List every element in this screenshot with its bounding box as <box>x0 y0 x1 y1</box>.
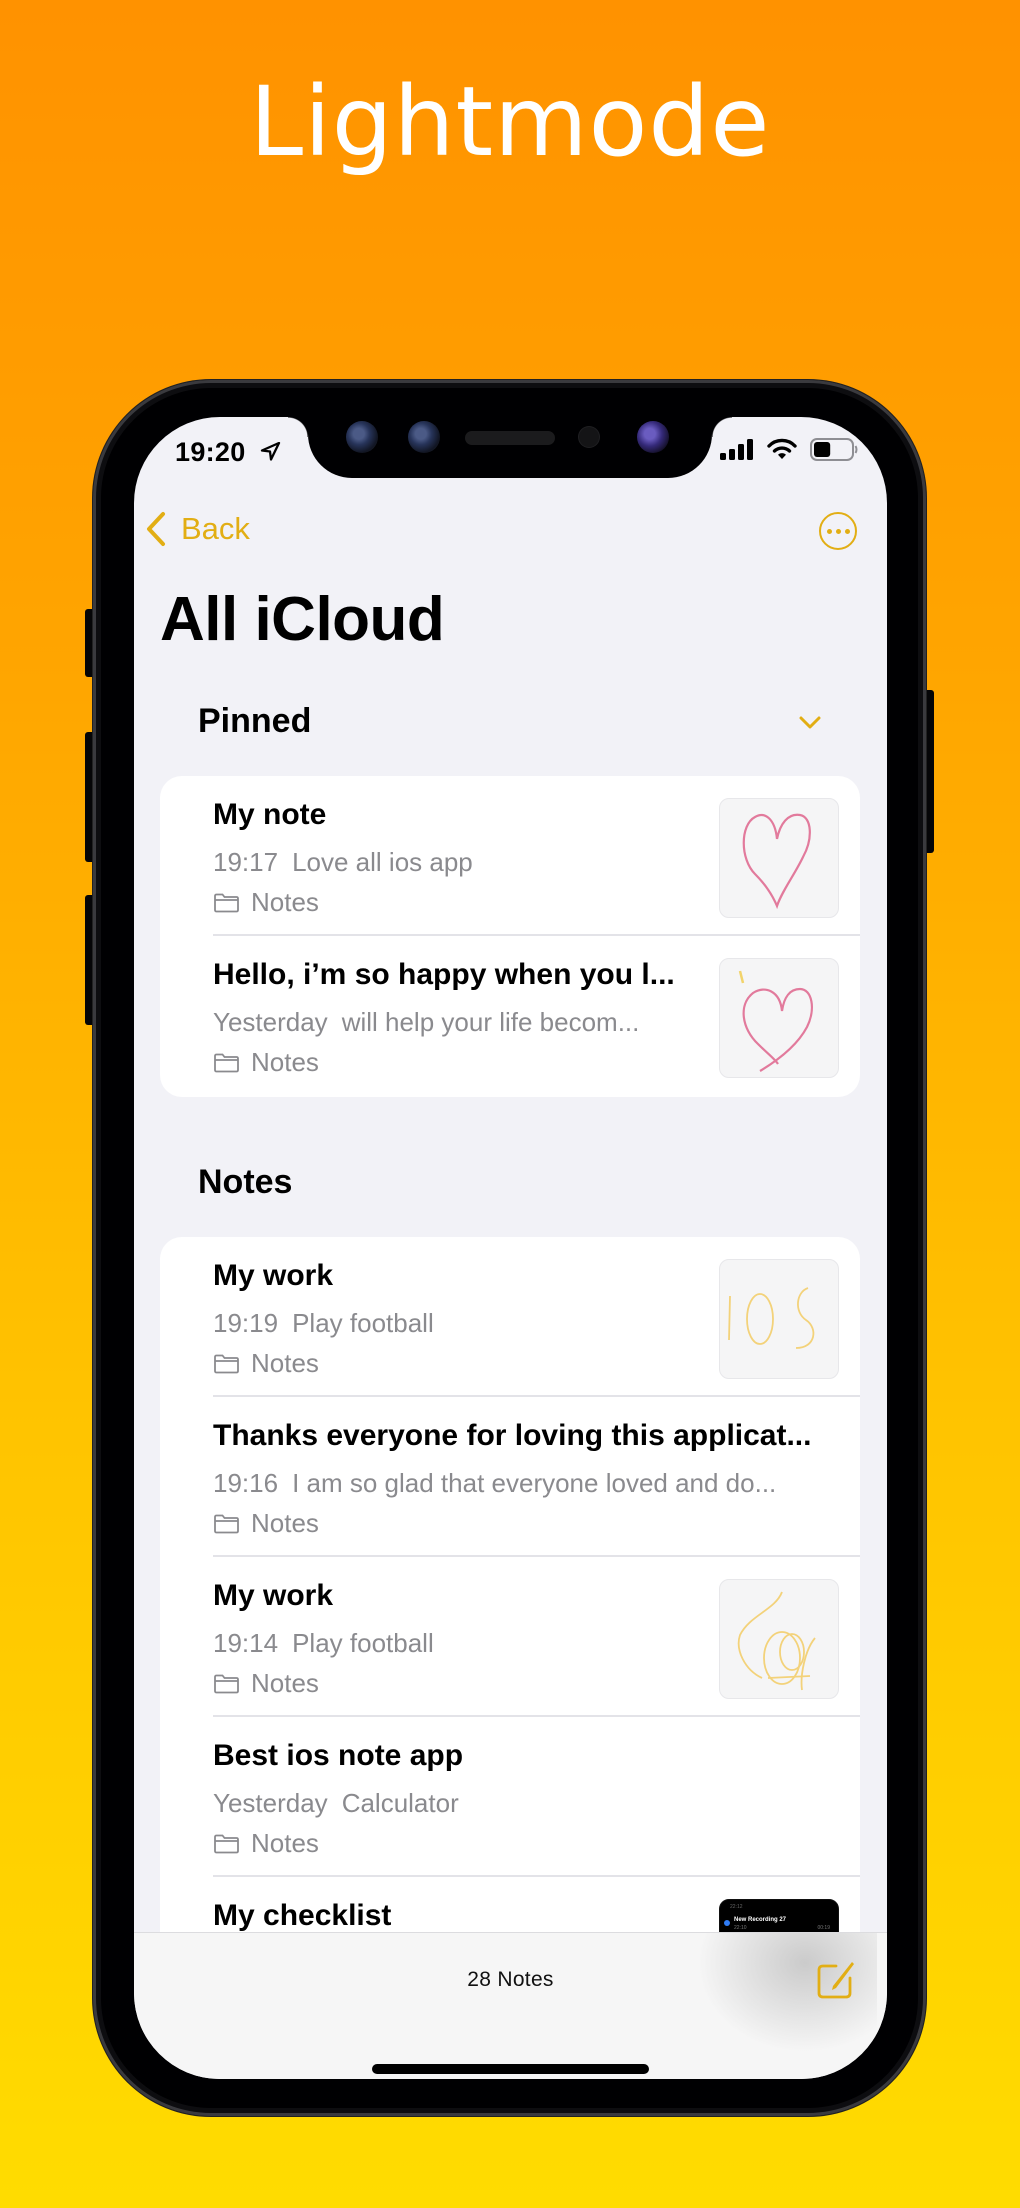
notes-list: My work 19:19 Play football Notes Thanks … <box>160 1237 860 1957</box>
folder-name: Notes <box>251 1828 319 1858</box>
note-title: Thanks everyone for loving this applicat… <box>213 1419 812 1452</box>
note-folder: Notes <box>213 887 319 918</box>
note-preview: I am so glad that everyone loved and do.… <box>292 1468 777 1498</box>
phone-screen: 19:20 Back All iCloud Pinned My note 19:… <box>134 417 887 2079</box>
note-subtitle: 19:17 Love all ios app <box>213 847 473 878</box>
wifi-icon <box>767 438 797 459</box>
heart-sketch <box>738 970 814 1072</box>
location-arrow-icon <box>260 442 281 461</box>
ellipsis-dot <box>835 528 841 534</box>
folder-name: Notes <box>251 1508 319 1538</box>
back-label: Back <box>181 511 250 546</box>
folder-icon <box>214 1053 239 1072</box>
chevron-left-icon <box>147 512 165 546</box>
back-button[interactable]: Back <box>145 509 250 549</box>
page-title: All iCloud <box>160 585 445 654</box>
note-folder: Notes <box>213 1508 319 1539</box>
note-title: My work <box>213 1579 334 1612</box>
banner-headline: Lightmode <box>249 66 771 178</box>
pinned-section-header: Pinned <box>198 702 312 740</box>
note-thumbnail <box>719 958 839 1078</box>
home-indicator[interactable] <box>372 2064 649 2074</box>
note-preview: Love all ios app <box>292 847 473 877</box>
camera-lens <box>408 421 440 453</box>
folder-icon <box>214 893 239 912</box>
notes-section-header: Notes <box>198 1163 293 1201</box>
folder-name: Notes <box>251 1668 319 1698</box>
note-subtitle: 19:19 Play football <box>213 1308 434 1339</box>
note-row[interactable]: My note 19:17 Love all ios app Notes <box>160 776 860 936</box>
note-date: 19:14 <box>213 1628 279 1658</box>
heart-sketch <box>742 813 811 910</box>
folder-icon <box>214 1514 239 1533</box>
note-preview: Calculator <box>341 1788 459 1818</box>
more-options-button[interactable] <box>819 512 857 550</box>
note-preview: will help your life becom... <box>341 1007 640 1037</box>
note-subtitle: 19:16 I am so glad that everyone loved an… <box>213 1468 776 1499</box>
note-row[interactable]: My work 19:14 Play football Notes <box>160 1557 860 1717</box>
note-folder: Notes <box>213 1828 319 1859</box>
note-title: My note <box>213 798 327 831</box>
camera-lens <box>346 421 378 453</box>
note-subtitle: 19:14 Play football <box>213 1628 434 1659</box>
scribble-sketch <box>737 1591 816 1691</box>
recording-name: New Recording 27 <box>734 1917 787 1923</box>
note-title: My work <box>213 1259 334 1292</box>
note-title: My checklist <box>213 1899 392 1932</box>
note-subtitle: Yesterday will help your life becom... <box>213 1007 639 1038</box>
note-date: Yesterday <box>213 1007 328 1037</box>
status-icons <box>720 437 858 461</box>
note-folder: Notes <box>213 1348 319 1379</box>
note-folder: Notes <box>213 1047 319 1078</box>
note-date: 19:16 <box>213 1468 279 1498</box>
note-count: 28 Notes <box>467 1968 554 1991</box>
note-thumbnail <box>719 1259 839 1379</box>
earpiece-speaker <box>465 431 555 445</box>
note-title: Best ios note app <box>213 1739 464 1772</box>
note-date: Yesterday <box>213 1788 328 1818</box>
note-preview: Play football <box>292 1628 434 1658</box>
note-preview: Play football <box>292 1308 434 1338</box>
note-row[interactable]: Hello, i’m so happy when you l... Yester… <box>160 936 860 1096</box>
folder-name: Notes <box>251 1348 319 1378</box>
thumb-top-time: 22:12 <box>730 1904 743 1910</box>
compose-icon[interactable] <box>816 1960 856 2000</box>
recording-time: 22:10 <box>734 1925 747 1931</box>
status-time: 19:20 <box>175 437 246 467</box>
note-date: 19:19 <box>213 1308 279 1338</box>
note-title: Hello, i’m so happy when you l... <box>213 958 675 991</box>
folder-name: Notes <box>251 887 319 917</box>
note-row[interactable]: Thanks everyone for loving this applicat… <box>160 1397 860 1557</box>
note-folder: Notes <box>213 1668 319 1699</box>
recording-duration: 00:19 <box>817 1925 830 1931</box>
chevron-down-icon[interactable] <box>799 716 821 730</box>
note-row[interactable]: Best ios note app Yesterday Calculator No… <box>160 1717 860 1877</box>
folder-icon <box>214 1674 239 1693</box>
ios-handwriting-sketch <box>728 1287 815 1349</box>
recording-dot <box>724 1920 730 1926</box>
pinned-notes-list: My note 19:17 Love all ios app Notes Hell… <box>160 776 860 1097</box>
note-thumbnail <box>719 798 839 918</box>
camera-lens <box>637 421 669 453</box>
folder-icon <box>214 1354 239 1373</box>
bottom-toolbar: 28 Notes <box>134 1932 887 2079</box>
folder-name: Notes <box>251 1047 319 1077</box>
battery-icon <box>810 437 858 461</box>
note-row[interactable]: My work 19:19 Play football Notes <box>160 1237 860 1397</box>
ellipsis-dot <box>826 528 832 534</box>
cellular-signal-icon <box>720 438 753 460</box>
note-date: 19:17 <box>213 847 279 877</box>
ellipsis-dot <box>844 528 850 534</box>
note-subtitle: Yesterday Calculator <box>213 1788 459 1819</box>
folder-icon <box>214 1834 239 1853</box>
proximity-sensor <box>579 427 599 447</box>
note-thumbnail <box>719 1579 839 1699</box>
camera-notch <box>288 417 732 478</box>
